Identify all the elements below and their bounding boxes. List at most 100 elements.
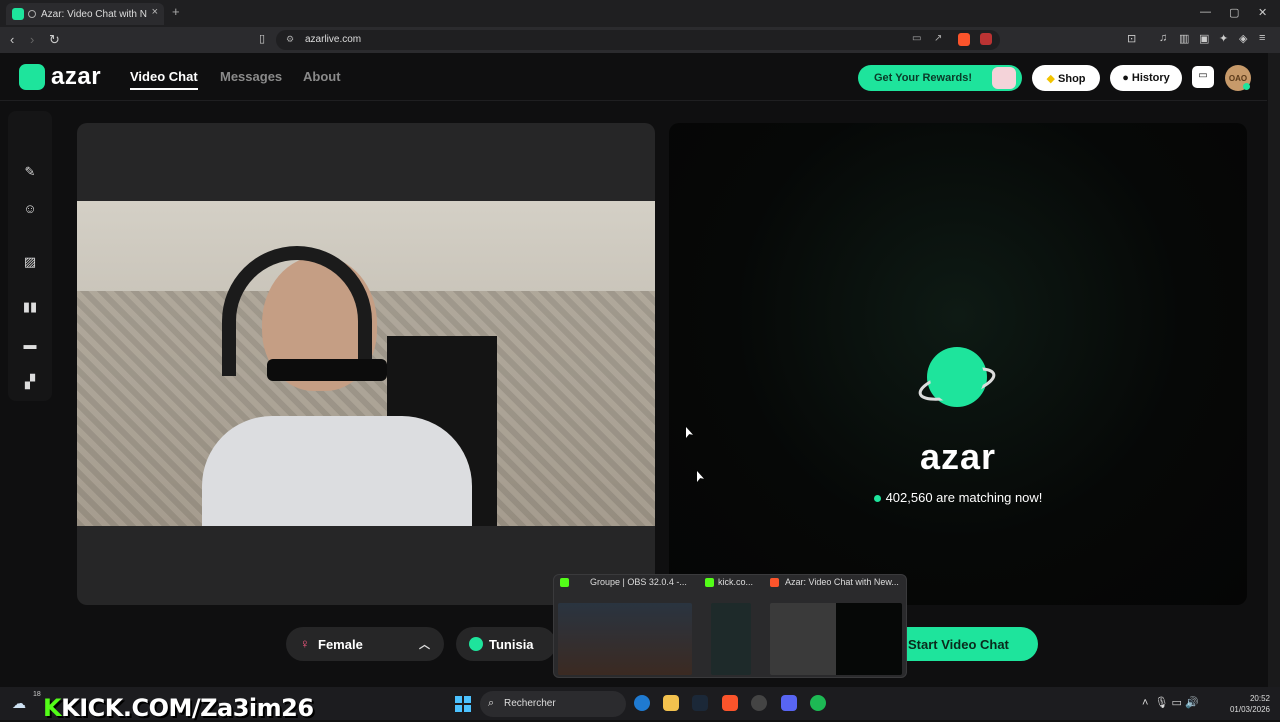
taskbar-preview-popup: Groupe | OBS 32.0.4 -... kick.co... Azar… [553, 574, 907, 678]
matching-text: 402,560 are matching now! [885, 490, 1043, 505]
azar-logo-text[interactable]: azar [51, 63, 101, 91]
cast-icon[interactable]: ▭ [912, 33, 921, 44]
azar-favicon-icon [12, 8, 24, 20]
shop-button[interactable]: ◆ Shop [1032, 65, 1100, 91]
recording-icon [28, 10, 36, 18]
layout-stacked-icon[interactable]: ▬ [21, 337, 39, 355]
reload-icon[interactable]: ↻ [49, 32, 60, 48]
windows-start-icon[interactable] [455, 696, 471, 712]
edge-icon[interactable] [634, 695, 650, 711]
preview-thumb-azar[interactable] [770, 603, 902, 675]
background-icon[interactable]: ▨ [21, 254, 39, 272]
inbox-icon[interactable]: ▭ [1192, 66, 1214, 88]
discord-icon[interactable] [781, 695, 797, 711]
person-body [202, 416, 472, 526]
kick-icon [705, 578, 714, 587]
leo-ai-icon[interactable]: ✦ [1219, 32, 1228, 45]
clock-date: 01/03/2026 [1229, 705, 1270, 714]
layout-side-by-side-icon[interactable]: ▮▮ [21, 299, 39, 317]
brave-shield-icon[interactable] [958, 33, 970, 46]
browser-nav-bar: ‹ › ↻ ▯ ⚙ azarlive.com ▭ ↗ ⊡ ♫ ▥ ▣ ✦ ◈ ≡ [0, 27, 1280, 53]
page-scrollbar[interactable] [1268, 53, 1280, 687]
windows-taskbar: ☁ 18 KKICK.COM/Za3im26 ⌕ Rechercher ˄ 🎙 … [0, 687, 1280, 722]
gender-filter-button[interactable]: ♀ Female ︿ [286, 627, 444, 661]
system-tray[interactable]: ˄ 🎙 ▭ 🔊 [1142, 696, 1199, 709]
screenshot-icon[interactable]: ⊡ [1127, 32, 1136, 45]
steam-icon[interactable] [692, 695, 708, 711]
preview-title-obs[interactable]: Groupe | OBS 32.0.4 -... [590, 577, 690, 587]
file-explorer-icon[interactable] [663, 695, 679, 711]
azar-logo-icon[interactable] [19, 64, 45, 90]
preview-thumb-kick[interactable] [711, 603, 751, 675]
rewards-button[interactable]: Get Your Rewards! [858, 65, 1022, 91]
preview-title-azar[interactable]: Azar: Video Chat with New... [785, 577, 903, 587]
browser-tab-bar: Azar: Video Chat with New Pe × + — ▢ ✕ [0, 0, 1280, 27]
clock-time: 20:52 [1249, 694, 1270, 703]
sunglasses [267, 359, 387, 381]
maximize-button[interactable]: ▢ [1229, 6, 1239, 19]
obs-icon[interactable] [751, 695, 767, 711]
country-label: Tunisia [489, 637, 534, 652]
self-camera-feed [77, 201, 655, 526]
sidebar-toggle-icon[interactable]: ▥ [1179, 32, 1189, 45]
matching-count: 402,560 are matching now! [669, 490, 1247, 505]
female-icon: ♀ [300, 636, 310, 651]
brave-rewards-icon[interactable] [980, 33, 992, 45]
gem-icon: ◆ [1046, 73, 1055, 85]
wallet-icon[interactable]: ▣ [1199, 32, 1209, 45]
gender-label: Female [318, 637, 363, 652]
tool-sidebar: ✎ ☺ ▨ ▮▮ ▬ ▞ [8, 111, 52, 401]
nav-messages[interactable]: Messages [220, 69, 282, 84]
taskbar-search[interactable]: ⌕ Rechercher [480, 691, 626, 717]
nav-about[interactable]: About [303, 69, 341, 84]
share-icon[interactable]: ↗ [934, 33, 942, 44]
url-text: azarlive.com [305, 34, 362, 45]
live-dot [873, 495, 881, 502]
spotify-icon[interactable] [810, 695, 826, 711]
site-info-icon[interactable]: ⚙ [286, 34, 294, 45]
active-nav-underline [130, 88, 198, 90]
gift-icon [992, 67, 1016, 89]
forward-icon[interactable]: › [30, 32, 34, 47]
magic-wand-icon[interactable]: ✎ [21, 164, 39, 182]
tab-title: Azar: Video Chat with New Pe [41, 8, 147, 20]
clock[interactable]: 20:52 01/03/2026 [1226, 693, 1270, 715]
history-button[interactable]: ● History [1110, 65, 1182, 91]
preview-thumb-obs[interactable] [558, 603, 692, 675]
azar-page: azar Video Chat Messages About Get Your … [0, 53, 1280, 687]
country-filter-button[interactable]: Tunisia [456, 627, 556, 661]
layout-pip-icon[interactable]: ▞ [21, 374, 39, 392]
kick-icon [560, 578, 569, 587]
media-icon[interactable]: ♫ [1159, 32, 1167, 44]
start-label: Start Video Chat [908, 637, 1009, 652]
back-icon[interactable]: ‹ [10, 32, 14, 47]
history-label: History [1131, 72, 1170, 84]
clock-icon: ● [1122, 72, 1129, 84]
chevron-up-icon: ︿ [419, 639, 430, 651]
site-header: azar Video Chat Messages About Get Your … [0, 53, 1267, 101]
address-bar[interactable]: ⚙ azarlive.com ▭ ↗ [276, 30, 1000, 50]
search-icon: ⌕ [488, 697, 495, 709]
nav-video-chat[interactable]: Video Chat [130, 69, 198, 84]
minimize-button[interactable]: — [1200, 6, 1211, 18]
kick-overlay-url: KICK.COM/Za3im26 [61, 694, 314, 722]
shop-label: Shop [1058, 73, 1086, 85]
close-window-button[interactable]: ✕ [1258, 6, 1267, 19]
weather-temp: 18 [33, 691, 41, 698]
search-placeholder: Rechercher [504, 698, 556, 709]
bookmark-icon[interactable]: ▯ [259, 32, 265, 45]
kick-overlay-text: KKICK.COM/Za3im26 [43, 694, 314, 722]
brave-icon[interactable] [722, 695, 738, 711]
face-filter-icon[interactable]: ☺ [21, 201, 39, 219]
weather-cloud-icon[interactable]: ☁ [12, 695, 26, 712]
preview-title-kick[interactable]: kick.co... [718, 577, 753, 587]
planet-logo-icon [918, 347, 996, 407]
brave-icon [770, 578, 779, 587]
globe-icon [469, 637, 483, 651]
browser-tab[interactable]: Azar: Video Chat with New Pe × [6, 3, 164, 25]
menu-icon[interactable]: ≡ [1259, 32, 1265, 44]
vpn-icon[interactable]: ◈ [1239, 32, 1247, 45]
close-tab-icon[interactable]: × [152, 6, 158, 18]
rewards-label: Get Your Rewards! [874, 72, 973, 84]
new-tab-button[interactable]: + [172, 4, 180, 19]
